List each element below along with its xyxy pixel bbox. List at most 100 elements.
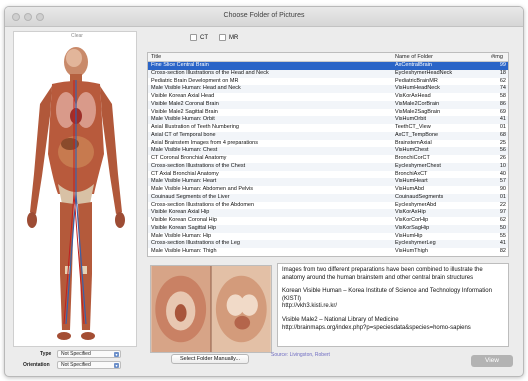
cell-folder: VisHumOrbit	[395, 116, 427, 123]
cell-title: Visible Korean Axial Head	[151, 93, 215, 99]
cell-title: Male Visible Human: Orbit	[151, 116, 215, 123]
cell-folder: AxCentralBrain	[395, 62, 432, 68]
ct-checkbox[interactable]: CT	[190, 34, 208, 43]
table-row[interactable]: Male Visible Human: Chest VisHumChest 56	[148, 147, 508, 155]
checkbox-box[interactable]	[190, 34, 197, 41]
cell-title: Visible Korean Sagittal Hip	[151, 224, 217, 231]
cell-count: 25	[499, 139, 506, 146]
table-row[interactable]: Male Visible Human: Orbit VisHumOrbit 41	[148, 116, 508, 124]
cell-folder: VisMale2CorBrain	[395, 100, 440, 107]
cell-title: Axial Illustration of Teeth Numbering	[151, 124, 239, 130]
description-link-kisti[interactable]: http://vkh3.kisti.re.kr/	[282, 303, 337, 309]
anatomy-body-figure[interactable]	[24, 44, 128, 346]
table-row[interactable]: CT Axial Bronchial Anatomy BronchiAxCT 40	[148, 171, 508, 179]
cell-folder: CouinaudSegments	[395, 193, 444, 200]
title-bar: Choose Folder of Pictures	[5, 7, 523, 27]
cell-title: Male Visible Human: Abdomen and Pelvis	[151, 186, 254, 192]
orientation-select[interactable]: Not Specified ▾	[57, 361, 121, 369]
table-row[interactable]: Male Visible Human: Thigh VisHumThigh 82	[148, 248, 508, 256]
cell-title: Visible Male2 Coronal Brain	[151, 100, 219, 107]
table-row[interactable]: Visible Korean Coronal Hip VisKorCorHip 62	[148, 217, 508, 225]
orientation-label: Orientation	[23, 362, 50, 368]
table-row[interactable]: Cross-section Illustrations of the Abdom…	[148, 202, 508, 210]
mr-checkbox[interactable]: MR	[219, 34, 238, 43]
cell-title: Cross-section Illustrations of the Head …	[151, 69, 269, 76]
table-row[interactable]: Axial Brainstem Images from 4 preparatio…	[148, 140, 508, 148]
column-header-count[interactable]: #img	[491, 54, 503, 60]
cell-count: 57	[499, 178, 506, 185]
type-select[interactable]: Not Specified ▾	[57, 350, 121, 358]
cell-count: 58	[499, 93, 506, 99]
cell-folder: VisKorAxHip	[395, 209, 426, 216]
table-row[interactable]: Fine Slice Central Brain AxCentralBrain 99	[148, 62, 508, 70]
cell-count: 99	[499, 62, 506, 68]
view-button[interactable]: View	[471, 355, 513, 367]
table-row[interactable]: Visible Male2 Coronal Brain VisMale2CorBr…	[148, 100, 508, 109]
cell-title: Male Visible Human: Hip	[151, 232, 212, 239]
cell-folder: VisHumAbd	[395, 186, 424, 192]
cell-count: 10	[499, 162, 506, 169]
cell-folder: VisHumHeadNeck	[395, 85, 440, 92]
cell-count: 55	[499, 232, 506, 239]
window-title: Choose Folder of Pictures	[223, 12, 305, 19]
cell-title: Male Visible Human: Chest	[151, 147, 218, 154]
table-row[interactable]: Visible Male2 Sagittal Brain VisMale2SagB…	[148, 109, 508, 117]
cell-count: 74	[499, 85, 506, 92]
cell-title: Couinaud Segments of the Liver	[151, 193, 230, 200]
table-row[interactable]: Male Visible Human: Heart VisHumHeart 57	[148, 178, 508, 186]
description-source-nlm: Visible Male2 – National Library of Medi…	[282, 316, 399, 323]
table-row[interactable]: Visible Korean Axial Head VisKorAxHead 58	[148, 93, 508, 101]
checkbox-box[interactable]	[219, 34, 226, 41]
table-row[interactable]: Male Visible Human: Abdomen and Pelvis Vi…	[148, 186, 508, 194]
column-header-folder[interactable]: Name of Folder	[395, 54, 433, 60]
table-row[interactable]: Axial CT of Temporal bone AxCT_TempBone 68	[148, 131, 508, 140]
cell-folder: EycleshymerAbd	[395, 201, 437, 208]
table-row[interactable]: Axial Illustration of Teeth Numbering Tee…	[148, 124, 508, 132]
table-row[interactable]: Male Visible Human: Head and Neck VisHumH…	[148, 85, 508, 93]
cell-count: 41	[499, 116, 506, 123]
description-link-brainmaps[interactable]: http://brainmaps.org/index.php?p=species…	[282, 325, 471, 331]
cell-title: Axial CT of Temporal bone	[151, 131, 216, 138]
cell-count: 90	[499, 186, 506, 192]
table-row[interactable]: Cross-section Illustrations of the Chest…	[148, 162, 508, 171]
cell-count: 01	[499, 124, 506, 130]
cell-folder: BrainstemAxial	[395, 139, 432, 146]
table-row[interactable]: Visible Korean Sagittal Hip VisKorSagHip 5…	[148, 224, 508, 233]
table-row[interactable]: Visible Korean Axial Hip VisKorAxHip 97	[148, 209, 508, 217]
chevron-updown-icon: ▾	[114, 352, 119, 357]
cell-title: CT Axial Bronchial Anatomy	[151, 170, 219, 177]
cell-folder: EycleshymerHeadNeck	[395, 69, 453, 76]
description-paragraph: Images from two different preparations h…	[282, 267, 483, 281]
chevron-updown-icon: ▾	[114, 363, 119, 368]
cell-folder: VisHumHeart	[395, 178, 428, 185]
table-row[interactable]: Male Visible Human: Hip VisHumHip 55	[148, 233, 508, 241]
table-row[interactable]: Pediatric Brain Development on MR Pediatr…	[148, 78, 508, 86]
folder-table[interactable]: Title Name of Folder #img Fine Slice Cen…	[147, 52, 509, 257]
cell-folder: BronchiAxCT	[395, 170, 428, 177]
cell-count: 62	[499, 217, 506, 223]
cell-title: Visible Male2 Sagittal Brain	[151, 108, 218, 115]
cell-title: Axial Brainstem Images from 4 preparatio…	[151, 139, 258, 146]
cell-folder: VisKorCorHip	[395, 217, 429, 223]
description-paragraph: Korean Visible Human – Korea Institute o…	[282, 288, 504, 311]
cell-folder: EycleshymerLeg	[395, 240, 436, 247]
cell-title: Male Visible Human: Heart	[151, 178, 217, 185]
cell-folder: BronchiCorCT	[395, 155, 430, 161]
cell-count: 26	[499, 155, 506, 161]
column-header-title[interactable]: Title	[151, 54, 161, 60]
table-row[interactable]: Couinaud Segments of the Liver CouinaudSe…	[148, 193, 508, 202]
table-row[interactable]: Cross-section Illustrations of the Leg Ey…	[148, 240, 508, 248]
cell-count: 69	[499, 108, 506, 115]
description-text-area[interactable]: Images from two different preparations h…	[277, 263, 509, 347]
cell-count: 01	[499, 193, 506, 200]
type-label: Type	[40, 351, 52, 357]
cell-folder: EycleshymerChest	[395, 162, 441, 169]
body-map-panel[interactable]: Clear	[13, 31, 137, 347]
select-folder-button[interactable]: Select Folder Manually...	[171, 354, 249, 364]
clear-button[interactable]: Clear	[64, 32, 90, 40]
table-row[interactable]: CT Coronal Bronchial Anatomy BronchiCorCT…	[148, 155, 508, 163]
table-row[interactable]: Cross-section Illustrations of the Head …	[148, 69, 508, 78]
cell-title: Male Visible Human: Thigh	[151, 248, 217, 254]
description-paragraph: Visible Male2 – National Library of Medi…	[282, 317, 504, 332]
table-header: Title Name of Folder #img	[148, 53, 508, 62]
